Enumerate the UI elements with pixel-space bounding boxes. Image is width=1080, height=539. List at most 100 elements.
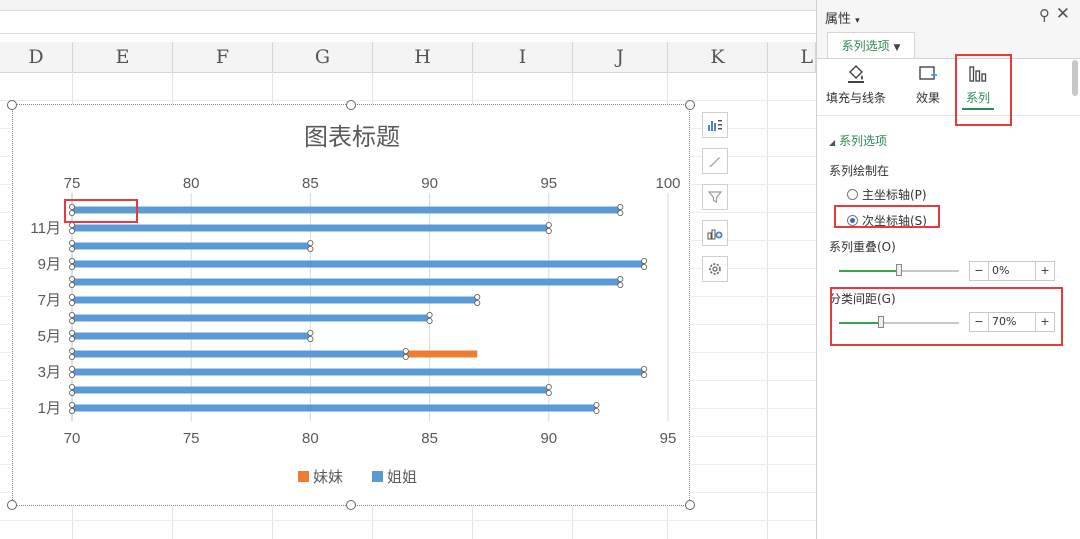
chart-style-icon[interactable] [702,148,728,174]
secondary-axis-tick-label[interactable]: 80 [183,175,200,192]
bar-selection-handle[interactable] [69,228,76,235]
bar-selection-handle[interactable] [617,204,624,211]
bar-selection-handle[interactable] [307,239,314,246]
bar-selection-handle[interactable] [69,245,76,252]
bar-selection-handle[interactable] [617,275,624,282]
bar-selection-handle[interactable] [69,389,76,396]
overlap-increment-button[interactable]: + [1036,262,1054,280]
legend-label[interactable]: 妹妹 [313,469,343,486]
column-header-e[interactable]: E [73,42,173,72]
close-icon[interactable]: ✕ [1056,4,1070,24]
bar[interactable] [72,404,597,412]
radio-primary-button[interactable] [847,189,858,200]
category-tick-label[interactable]: 11月 [30,220,61,237]
chart-settings-icon[interactable] [702,256,728,282]
column-header-k[interactable]: K [668,42,768,72]
primary-axis-tick-label[interactable]: 95 [660,430,677,447]
bar-selection-handle[interactable] [402,353,409,360]
pin-icon[interactable]: ⚲ [1039,6,1050,24]
overlap-stepper[interactable]: − 0% + [969,261,1055,281]
bar[interactable] [72,350,406,358]
legend-swatch[interactable] [298,471,309,482]
bar-selection-handle[interactable] [69,383,76,390]
bar[interactable] [72,368,645,376]
secondary-axis-tick-label[interactable]: 85 [302,175,319,192]
bar-selection-handle[interactable] [426,317,433,324]
bar-selection-handle[interactable] [69,371,76,378]
column-header-d[interactable]: D [0,42,73,72]
bar-selection-handle[interactable] [69,317,76,324]
bar[interactable] [72,296,478,304]
legend-label[interactable]: 姐姐 [387,469,417,486]
secondary-axis-tick-label[interactable]: 95 [540,175,557,192]
chart-object[interactable]: 图表标题 70 75 80 85 90 95 75 80 85 90 95 100 1月 3月 5月 7月 9月… [12,104,690,506]
bar-selection-handle[interactable] [69,347,76,354]
bar-selection-handle[interactable] [69,293,76,300]
formula-input[interactable] [0,10,816,34]
bar-selection-handle[interactable] [307,329,314,336]
bar-selection-handle[interactable] [69,329,76,336]
bar-selection-handle[interactable] [69,263,76,270]
category-tick-label[interactable]: 5月 [38,328,61,345]
bar-selection-handle[interactable] [69,281,76,288]
tab-series-options[interactable]: 系列选项 ▼ [827,32,915,58]
bar-selection-handle[interactable] [641,263,648,270]
bar[interactable] [72,314,430,322]
bar-selection-handle[interactable] [641,371,648,378]
chart-title[interactable]: 图表标题 [304,124,400,151]
section-series-options[interactable]: ◢ 系列选项 [829,132,887,149]
bar[interactable] [72,206,621,214]
bar-selection-handle[interactable] [593,407,600,414]
overlap-slider-handle[interactable] [896,264,902,276]
column-header-h[interactable]: H [373,42,473,72]
bar[interactable] [72,386,549,394]
bar-selection-handle[interactable] [69,365,76,372]
bar-selection-handle[interactable] [617,281,624,288]
bar-selection-handle[interactable] [474,293,481,300]
bar-selection-handle[interactable] [69,257,76,264]
bar-selection-handle[interactable] [307,245,314,252]
bar-chart[interactable]: 图表标题 70 75 80 85 90 95 75 80 85 90 95 100 1月 3月 5月 7月 9月… [13,105,689,505]
overlap-decrement-button[interactable]: − [970,262,988,280]
bar-selection-handle[interactable] [307,335,314,342]
overlap-slider[interactable] [839,264,959,276]
panel-title[interactable]: 属性 ▾ [825,8,860,27]
column-header-l[interactable]: L [768,42,816,72]
bar[interactable] [72,242,311,250]
tab-fill-line[interactable]: 填充与线条 [821,63,891,106]
bar-selection-handle[interactable] [545,222,552,229]
bar-selection-handle[interactable] [474,299,481,306]
bar-selection-handle[interactable] [593,401,600,408]
bar-selection-handle[interactable] [69,311,76,318]
bar-selection-handle[interactable] [69,335,76,342]
resize-handle-top[interactable] [346,100,356,110]
panel-scrollbar[interactable] [1072,60,1078,96]
secondary-axis-tick-label[interactable]: 90 [421,175,438,192]
bar[interactable] [72,260,645,268]
bar-selection-handle[interactable] [69,353,76,360]
bar-selection-handle[interactable] [69,275,76,282]
bar-selection-handle[interactable] [426,311,433,318]
primary-axis-tick-label[interactable]: 80 [302,430,319,447]
bar-selection-handle[interactable] [69,401,76,408]
column-header-f[interactable]: F [173,42,273,72]
resize-handle-top-left[interactable] [7,100,17,110]
radio-primary-axis[interactable]: 主坐标轴(P) [847,186,927,203]
category-tick-label[interactable]: 3月 [38,364,61,381]
primary-axis-tick-label[interactable]: 90 [540,430,557,447]
category-tick-label[interactable]: 1月 [38,400,61,417]
primary-axis-tick-label[interactable]: 85 [421,430,438,447]
legend-swatch[interactable] [372,471,383,482]
column-header-g[interactable]: G [273,42,373,72]
bar-selection-handle[interactable] [545,389,552,396]
secondary-axis-tick-label[interactable]: 75 [64,175,81,192]
bar[interactable] [72,278,621,286]
column-header-j[interactable]: J [573,42,668,72]
category-tick-label[interactable]: 7月 [38,292,61,309]
chart-layout-icon[interactable] [702,220,728,246]
bar-selection-handle[interactable] [641,257,648,264]
resize-handle-bottom-left[interactable] [7,500,17,510]
category-tick-label[interactable]: 9月 [38,256,61,273]
bar-selection-handle[interactable] [402,347,409,354]
column-header-i[interactable]: I [473,42,573,72]
